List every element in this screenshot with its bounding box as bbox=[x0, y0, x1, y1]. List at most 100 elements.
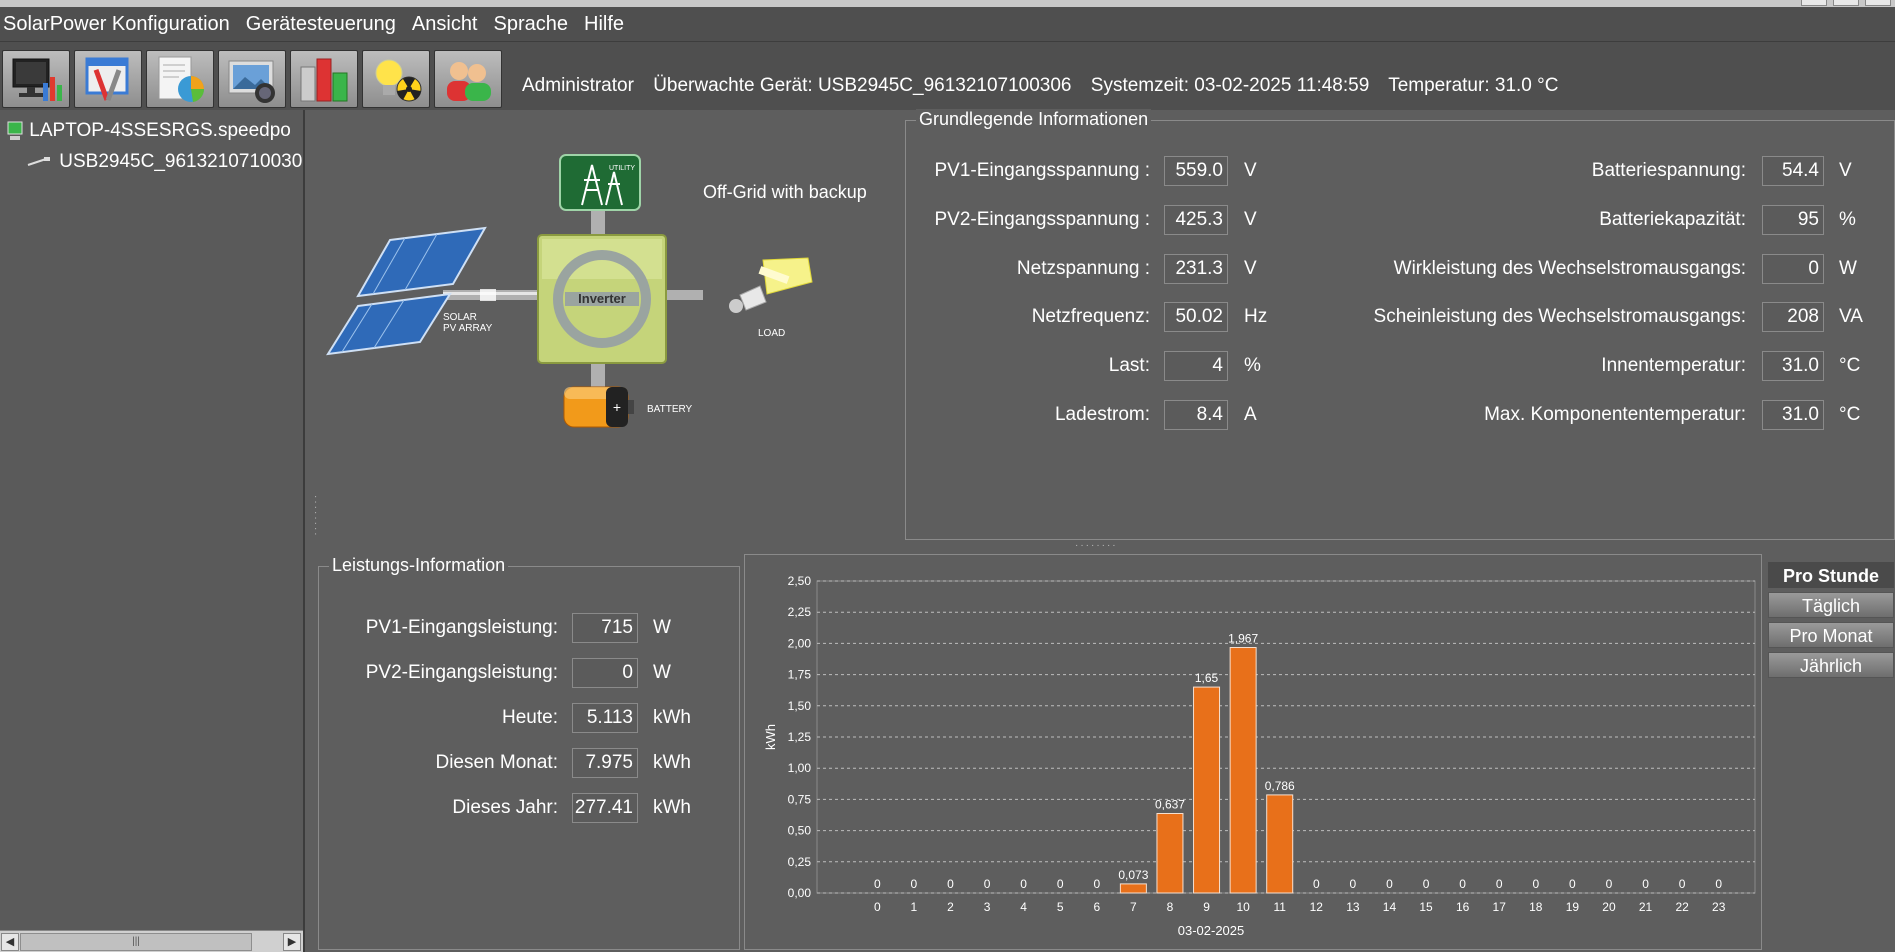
tab-taeglich[interactable]: Täglich bbox=[1768, 592, 1894, 618]
bar-value-label: 0 bbox=[1057, 877, 1064, 891]
menu-sprache[interactable]: Sprache bbox=[494, 13, 569, 36]
monitor-chart-icon bbox=[12, 58, 62, 101]
tab-pro-stunde[interactable]: Pro Stunde bbox=[1768, 562, 1894, 588]
close-button[interactable] bbox=[1865, 0, 1891, 6]
tab-jaehrlich[interactable]: Jährlich bbox=[1768, 652, 1894, 678]
basic-left-unit: V bbox=[1244, 258, 1257, 279]
tree-node-device[interactable]: USB2945C_96132107100306 bbox=[26, 151, 303, 173]
bar-value-label: 0 bbox=[1496, 877, 1503, 891]
bar-value-label: 0 bbox=[1679, 877, 1686, 891]
x-tick-label: 6 bbox=[1093, 900, 1100, 914]
basic-left-label: Netzspannung : bbox=[1016, 258, 1150, 279]
basic-right-value: 31.0 bbox=[1762, 351, 1824, 381]
solar-label-1: SOLAR bbox=[443, 312, 477, 323]
device-tree: LAPTOP-4SSESRGS.speedpo USB2945C_9613210… bbox=[0, 110, 305, 952]
x-tick-label: 1 bbox=[911, 900, 918, 914]
menu-bar: SolarPower Konfiguration Gerätesteuerung… bbox=[0, 7, 1895, 41]
basic-right-label: Wirkleistung des Wechselstromausgangs: bbox=[1393, 258, 1746, 279]
chart-range-tabs: Pro Stunde Täglich Pro Monat Jährlich bbox=[1768, 562, 1895, 682]
tab-pro-monat[interactable]: Pro Monat bbox=[1768, 622, 1894, 648]
buildings-button[interactable] bbox=[290, 50, 358, 108]
buildings-icon bbox=[300, 58, 348, 102]
tree-host-label: LAPTOP-4SSESRGS.speedpo bbox=[29, 120, 291, 142]
bar-value-label: 0,073 bbox=[1118, 868, 1148, 882]
energy-chart-panel: 0,00 0,25 0,50 0,75 1,00 1,25 1,50 1,75 2,00 2,25… bbox=[744, 554, 1762, 950]
bulb-button[interactable] bbox=[362, 50, 430, 108]
temperature-readout: Temperatur: 31.0 °C bbox=[1388, 75, 1559, 96]
basic-right-value: 54.4 bbox=[1762, 156, 1824, 186]
camera-button[interactable] bbox=[218, 50, 286, 108]
basic-left-value: 425.3 bbox=[1164, 205, 1228, 235]
x-tick-label: 7 bbox=[1130, 900, 1137, 914]
split-handle-horizontal[interactable]: ········ bbox=[1075, 540, 1118, 551]
x-tick-label: 16 bbox=[1456, 900, 1470, 914]
x-tick-label: 0 bbox=[874, 900, 881, 914]
basic-left-unit: V bbox=[1244, 209, 1257, 230]
basic-left-label: Ladestrom: bbox=[1054, 404, 1150, 425]
bar-value-label: 0 bbox=[1606, 877, 1613, 891]
basic-right-label: Scheinleistung des Wechselstromausgangs: bbox=[1373, 306, 1746, 327]
tree-horizontal-scrollbar[interactable]: ◀ ||| ▶ bbox=[0, 930, 303, 952]
bar bbox=[1229, 647, 1257, 894]
status-line: Administrator Überwachte Gerät: USB2945C… bbox=[522, 75, 1572, 97]
system-time: Systemzeit: 03-02-2025 11:48:59 bbox=[1090, 75, 1370, 96]
basic-left-label: Last: bbox=[1108, 355, 1150, 376]
x-tick-label: 17 bbox=[1493, 900, 1507, 914]
basic-left-unit: Hz bbox=[1244, 306, 1268, 327]
monitor-button[interactable] bbox=[2, 50, 70, 108]
users-button[interactable] bbox=[434, 50, 502, 108]
bar-value-label: 0 bbox=[1532, 877, 1539, 891]
tree-node-host[interactable]: LAPTOP-4SSESRGS.speedpo bbox=[6, 120, 291, 142]
battery-icon: + bbox=[563, 386, 634, 428]
inverter-label: Inverter bbox=[578, 291, 626, 306]
bar-value-label: 0 bbox=[1423, 877, 1430, 891]
x-tick-label: 18 bbox=[1529, 900, 1543, 914]
scroll-thumb[interactable]: ||| bbox=[20, 933, 252, 951]
menu-hilfe[interactable]: Hilfe bbox=[584, 13, 624, 36]
y-tick-label: 0,50 bbox=[788, 824, 812, 838]
svg-text:+: + bbox=[613, 399, 621, 415]
usb-icon bbox=[27, 156, 50, 166]
settings-button[interactable] bbox=[74, 50, 142, 108]
power-unit: kWh bbox=[653, 752, 691, 773]
monitored-device: Überwachte Gerät: USB2945C_9613210710030… bbox=[653, 75, 1072, 96]
report-button[interactable] bbox=[146, 50, 214, 108]
basic-right-label: Innentemperatur: bbox=[1601, 355, 1746, 376]
load-bulb-icon bbox=[729, 257, 813, 313]
basic-left-unit: % bbox=[1244, 355, 1261, 376]
x-tick-label: 22 bbox=[1675, 900, 1689, 914]
bar-value-label: 0 bbox=[1386, 877, 1393, 891]
x-tick-label: 15 bbox=[1419, 900, 1433, 914]
scroll-left-icon[interactable]: ◀ bbox=[1, 933, 19, 951]
user-name: Administrator bbox=[522, 75, 634, 96]
scroll-right-icon[interactable]: ▶ bbox=[283, 933, 301, 951]
x-tick-label: 11 bbox=[1273, 900, 1286, 914]
energy-flow-diagram: SOLAR PV ARRAY UTILITY Inverter LOAD + B… bbox=[326, 154, 867, 428]
bar-value-label: 0 bbox=[1642, 877, 1649, 891]
basic-left-unit: V bbox=[1244, 160, 1257, 181]
menu-geraetesteuerung[interactable]: Gerätesteuerung bbox=[246, 13, 396, 36]
minimize-button[interactable] bbox=[1801, 0, 1827, 6]
basic-left-label: PV1-Eingangsspannung : bbox=[934, 160, 1151, 181]
basic-right-unit: W bbox=[1839, 258, 1857, 279]
basic-right-unit: °C bbox=[1839, 404, 1861, 425]
power-unit: kWh bbox=[653, 797, 691, 818]
basic-right-label: Batteriespannung: bbox=[1591, 160, 1746, 181]
y-tick-label: 1,75 bbox=[788, 668, 812, 682]
power-unit: W bbox=[653, 662, 671, 683]
basic-left-unit: A bbox=[1244, 404, 1257, 425]
bar-value-label: 1,967 bbox=[1228, 632, 1258, 646]
maximize-button[interactable] bbox=[1833, 0, 1859, 6]
y-tick-label: 1,50 bbox=[788, 699, 812, 713]
report-icon bbox=[158, 56, 205, 102]
bar-value-label: 0 bbox=[1715, 877, 1722, 891]
x-axis-label: 03-02-2025 bbox=[1178, 923, 1245, 938]
title-bar bbox=[0, 0, 1895, 7]
x-tick-label: 4 bbox=[1020, 900, 1027, 914]
menu-ansicht[interactable]: Ansicht bbox=[412, 13, 478, 36]
x-tick-label: 8 bbox=[1167, 900, 1174, 914]
bar-value-label: 0 bbox=[1313, 877, 1320, 891]
bulb-nuclear-icon bbox=[375, 59, 422, 102]
menu-konfiguration[interactable]: SolarPower Konfiguration bbox=[3, 13, 230, 36]
tools-icon bbox=[85, 57, 129, 102]
